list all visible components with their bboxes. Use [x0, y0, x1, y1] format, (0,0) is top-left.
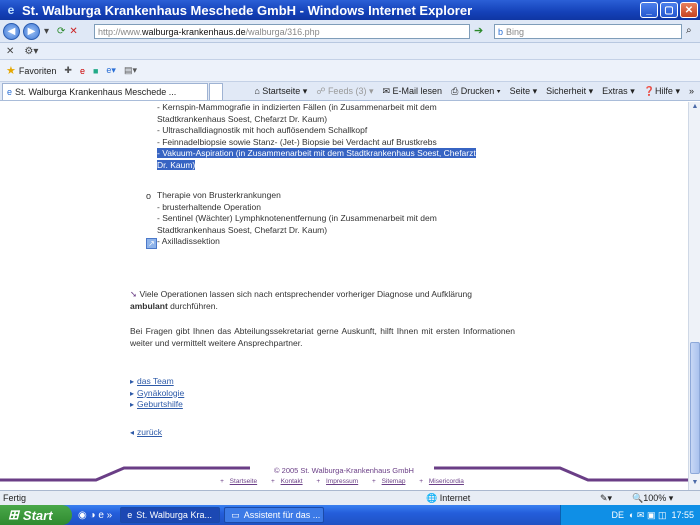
- list-line-selected: - Vakuum-Aspiration (in Zusammenarbeit m…: [157, 148, 476, 159]
- copyright: © 2005 St. Walburga-Krankenhaus GmbH: [274, 466, 414, 475]
- list-line: - brusterhaltende Operation: [157, 201, 261, 212]
- dropdown-arrow-icon[interactable]: ▾: [44, 26, 49, 37]
- therapy-section: Therapie von Brusterkrankungen - bruster…: [157, 190, 542, 248]
- settings-icon[interactable]: ⚙▾: [24, 46, 38, 57]
- list-line: Stadtkrankenhaus Soest, Chefarzt Dr. Kau…: [157, 113, 328, 124]
- tab-label: St. Walburga Krankenhaus Meschede ...: [15, 86, 177, 97]
- list-line: - Kernspin-Mammografie in indizierten Fä…: [157, 102, 437, 112]
- close-icon[interactable]: ✕: [6, 46, 14, 57]
- footer-link-impressum[interactable]: + Impressum: [316, 478, 362, 485]
- extras-menu[interactable]: Extras ▾: [602, 86, 635, 97]
- ie-small-icon[interactable]: e▾: [106, 65, 116, 76]
- page-menu[interactable]: Seite ▾: [510, 86, 538, 97]
- link-team[interactable]: ▸ das Team: [130, 376, 515, 388]
- therapy-title: Therapie von Brusterkrankungen: [157, 190, 281, 200]
- url-domain: walburga-krankenhaus.de: [142, 26, 246, 37]
- zoom-control[interactable]: 🔍100% ▾: [632, 493, 673, 504]
- url-field[interactable]: http://www. walburga-krankenhaus.de/walbu…: [94, 24, 470, 39]
- command-bar: ⌂ Startseite ▾ ☍ Feeds (3) ▾ ✉ E-Mail le…: [254, 86, 694, 97]
- related-links: ▸ das Team ▸ Gynäkologie ▸ Geburtshilfe: [130, 376, 515, 411]
- protected-mode-icon[interactable]: ✎▾: [600, 493, 612, 504]
- favorites-star-icon[interactable]: ★: [6, 64, 16, 77]
- back-link[interactable]: ◂ zurück: [130, 427, 515, 439]
- footer-link-kontakt[interactable]: + Kontakt: [271, 478, 307, 485]
- footer-link-startseite[interactable]: + Startseite: [220, 478, 261, 485]
- new-tab[interactable]: [209, 82, 223, 100]
- system-tray: DE ◐ ✉ ▣ ◫ 17:55: [560, 505, 700, 525]
- command-strip: ✕ ⚙▾: [0, 43, 700, 60]
- home-button[interactable]: ⌂ Startseite ▾: [254, 86, 307, 97]
- help-menu[interactable]: ❓Hilfe ▾: [644, 86, 680, 97]
- arrow-icon: ➘: [130, 289, 138, 299]
- scroll-up-icon[interactable]: ▲: [690, 103, 700, 113]
- web-page: - Kernspin-Mammografie in indizierten Fä…: [0, 102, 688, 490]
- maximize-button[interactable]: ▢: [660, 2, 678, 18]
- circle-bullet-icon: o: [146, 191, 152, 201]
- url-prefix: http://www.: [98, 26, 143, 37]
- security-menu[interactable]: Sicherheit ▾: [546, 86, 593, 97]
- task-ie[interactable]: e St. Walburga Kra...: [120, 507, 221, 523]
- tab-bar: e St. Walburga Krankenhaus Meschede ... …: [0, 82, 700, 101]
- ambulant-paragraph: ➘ Viele Operationen lassen sich nach ent…: [130, 289, 473, 311]
- url-path: /walburga/316.php: [245, 26, 320, 37]
- add-favorite-icon[interactable]: ✚: [64, 65, 72, 76]
- search-icon[interactable]: ⌕: [686, 25, 692, 36]
- back-icon[interactable]: ◀: [3, 22, 20, 40]
- task-assistant[interactable]: ▭ Assistent für das ...: [224, 507, 325, 523]
- ebay-icon[interactable]: e: [80, 66, 85, 76]
- list-line-selected: Dr. Kaum): [157, 159, 196, 170]
- list-line: - Sentinel (Wächter) Lymphknotenentfernu…: [157, 213, 437, 224]
- diagnostics-list: - Kernspin-Mammografie in indizierten Fä…: [157, 102, 542, 172]
- favorites-label[interactable]: Favoriten: [19, 66, 57, 76]
- close-button[interactable]: ✕: [680, 2, 698, 18]
- scroll-thumb[interactable]: [690, 342, 700, 474]
- stop-icon[interactable]: ✕: [69, 26, 77, 37]
- list-line: Stadtkrankenhaus Soest, Chefarzt Dr. Kau…: [157, 224, 328, 235]
- footer-nav: + Startseite + Kontakt + Impressum + Sit…: [0, 478, 688, 485]
- zone-indicator: 🌐 Internet: [426, 492, 471, 503]
- clock: 17:55: [671, 510, 694, 520]
- page-icon[interactable]: ▤▾: [124, 65, 137, 76]
- tray-icons[interactable]: ◐ ✉ ▣ ◫: [629, 510, 667, 521]
- tab-current[interactable]: e St. Walburga Krankenhaus Meschede ...: [2, 82, 208, 100]
- footer-link-sitemap[interactable]: + Sitemap: [372, 478, 409, 485]
- more-icon[interactable]: »: [689, 86, 694, 96]
- window-title: St. Walburga Krankenhaus Meschede GmbH -…: [22, 2, 473, 18]
- ie-icon: e: [7, 3, 15, 17]
- accelerator-icon[interactable]: ↗: [146, 238, 157, 249]
- status-bar: Fertig 🌐 Internet ✎▾ 🔍100% ▾: [0, 490, 700, 505]
- forward-icon[interactable]: ▶: [23, 22, 40, 40]
- status-text: Fertig: [3, 493, 27, 503]
- list-line: - Feinnadelbiopsie sowie Stanz- (Jet-) B…: [157, 136, 437, 147]
- footer-link-misericordia[interactable]: + Misericordia: [419, 478, 468, 485]
- search-field[interactable]: b Bing: [494, 24, 682, 39]
- quicklaunch-icons[interactable]: ◉ ◑ e »: [78, 510, 112, 521]
- favorites-bar: ★ Favoriten ✚ e ■ e▾ ▤▾: [0, 60, 700, 82]
- mail-button[interactable]: ✉ E-Mail lesen: [382, 86, 442, 97]
- minimize-button[interactable]: _: [640, 2, 658, 18]
- link-geburtshilfe[interactable]: ▸ Geburtshilfe: [130, 399, 515, 411]
- bing-icon: b: [498, 26, 504, 37]
- list-line: - Axilladissektion: [157, 236, 220, 247]
- taskbar: ⊞ Start ◉ ◑ e » e St. Walburga Kra... ▭ Ass…: [0, 505, 700, 525]
- window-titlebar: e St. Walburga Krankenhaus Meschede GmbH…: [0, 0, 700, 20]
- feeds-button[interactable]: ☍ Feeds (3) ▾: [316, 86, 373, 97]
- vertical-scrollbar[interactable]: ▲ ▼: [688, 102, 700, 490]
- list-line: - Ultraschalldiagnostik mit hoch auflöse…: [157, 125, 368, 136]
- link-gynaekologie[interactable]: ▸ Gynäkologie: [130, 388, 515, 400]
- web-slice-icon[interactable]: ■: [93, 66, 98, 76]
- search-placeholder: Bing: [506, 26, 525, 37]
- language-indicator[interactable]: DE: [611, 510, 624, 520]
- contact-paragraph: Bei Fragen gibt Ihnen das Abteilungssekr…: [130, 326, 515, 348]
- tab-ie-icon: e: [7, 86, 13, 97]
- start-button[interactable]: ⊞ Start: [0, 505, 72, 525]
- refresh-icon[interactable]: ⟳: [57, 26, 65, 37]
- address-bar: ◀ ▶ ▾ ⟳ ✕ http://www. walburga-krankenhau…: [0, 20, 700, 43]
- go-icon[interactable]: ➔: [474, 24, 483, 37]
- scroll-down-icon[interactable]: ▼: [690, 479, 700, 489]
- print-button[interactable]: ⎙ Drucken ▾: [451, 86, 501, 97]
